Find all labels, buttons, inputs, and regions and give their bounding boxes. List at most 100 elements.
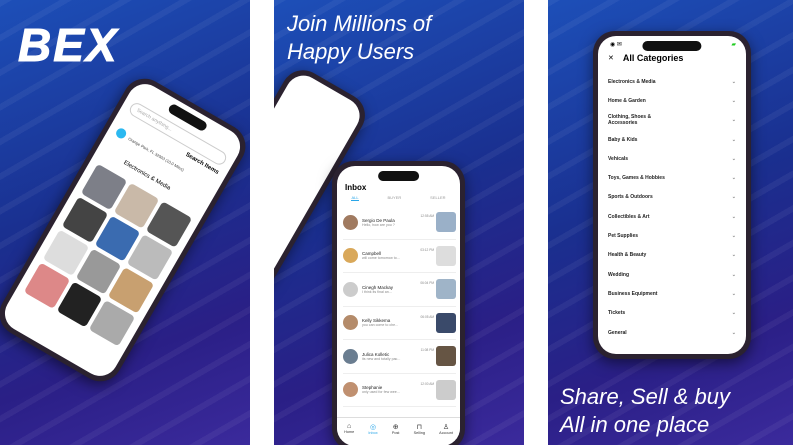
category-label: Pet Supplies [608,233,639,240]
avatar [343,348,358,364]
promo-panel-inbox: Join Millions of Happy Users Inbox ALL B… [274,0,524,445]
chevron-down-icon: ⌄ [731,310,736,317]
chevron-down-icon: ⌄ [731,271,736,278]
item-thumbnail [436,346,456,367]
chevron-down-icon: ⌄ [731,252,736,259]
category-label: Vehicals [608,155,629,162]
location-icon [114,126,128,141]
nav-selling[interactable]: ⊓ Selling [414,423,425,435]
category-item[interactable]: Toys, Games & Hobbies ⌄ [608,168,736,187]
message-preview: Hello, how are you ? [362,222,395,227]
category-item[interactable]: Home & Garden ⌄ [608,91,736,110]
message-row[interactable]: Cinegh Mackay I think its final an... 06… [343,273,456,307]
message-time: 12:55 AM [420,214,434,218]
message-preview: you can come to che... [362,323,399,328]
nav-inbox[interactable]: ◎ Inbox [368,423,377,435]
category-label: Tickets [608,310,626,317]
chevron-down-icon: ⌄ [731,175,736,182]
category-item[interactable]: Collectibles & Art ⌄ [608,207,736,226]
category-item[interactable]: Business Equipment ⌄ [608,284,736,303]
avatar [343,281,358,297]
chevron-down-icon: ⌄ [731,97,736,104]
chevron-down-icon: ⌄ [731,155,736,162]
selling-icon: ⊓ [416,423,423,431]
item-thumbnail [436,279,456,300]
message-time: 03:12 PM [420,247,434,252]
tab-seller[interactable]: SELLER [430,195,445,201]
nav-label: Post [391,430,400,435]
page-title: All Categories [622,53,684,63]
category-label: Clothing, Shoes & Accessories [608,114,652,127]
nav-account[interactable]: ♙ Account [439,423,453,435]
chevron-down-icon: ⌄ [731,329,736,336]
category-label: Electronics & Media [608,78,656,85]
message-row[interactable]: Kelly Sikkema you can come to che... 06:… [343,307,456,340]
phone-categories: ◉ ✉ ▰ ✕ All Categories Electronics & Med… [593,31,751,359]
category-label: Sports & Outdoors [608,194,653,201]
avatar [343,315,358,331]
chevron-down-icon: ⌄ [731,136,736,143]
category-item[interactable]: Health & Beauty ⌄ [608,246,736,265]
nav-label: Account [439,430,453,435]
tagline-line: Join Millions of [287,11,432,36]
message-preview: only used for few wee... [362,390,400,395]
item-thumbnail [436,312,456,333]
category-item[interactable]: Sports & Outdoors ⌄ [608,188,736,207]
category-label: Business Equipment [608,290,658,297]
category-label: Collectibles & Art [608,213,650,220]
item-thumbnail [436,379,456,400]
avatar [343,248,358,264]
promo-panel-browse: BEX Search anything... Search Items Oran… [0,0,250,445]
category-label: Health & Beauty [608,252,647,259]
message-time: 11:08 PM [420,348,434,352]
category-item[interactable]: Pet Supplies ⌄ [608,226,736,245]
message-row[interactable]: Campbell will come tomorrow to... 03:12 … [343,240,456,273]
category-label: Baby & Kids [608,136,638,143]
chevron-down-icon: ⌄ [731,233,736,240]
tagline-line: Share, Sell & buy [560,384,730,409]
nav-home[interactable]: ⌂ Home [344,423,354,434]
message-row[interactable]: Julica Kolletic its new and totally pac.… [343,340,456,374]
category-item[interactable]: Baby & Kids ⌄ [608,130,736,149]
chevron-down-icon: ⌄ [731,290,736,297]
category-item[interactable]: Electronics & Media ⌄ [608,72,736,91]
chevron-down-icon: ⌄ [731,78,736,85]
nav-label: Home [344,430,355,434]
tab-buyer[interactable]: BUYER [387,195,401,201]
tagline-line: All in one place [560,412,710,437]
category-item[interactable]: Wedding ⌄ [608,265,736,284]
home-icon: ⌂ [347,423,352,430]
category-item[interactable]: Clothing, Shoes & Accessories ⌄ [608,111,736,130]
message-time: 06:04 PM [420,281,434,285]
phone-inbox: Inbox ALL BUYER SELLER Sergio De Paula H… [332,161,465,445]
chevron-down-icon: ⌄ [731,213,736,220]
avatar [343,214,358,230]
tagline-line: Happy Users [287,39,415,64]
bex-logo: BEX [18,19,119,72]
status-icons: ◉ ✉ [610,42,622,48]
nav-post[interactable]: ⊕ Post [392,423,400,435]
message-row[interactable]: Stephanie only used for few wee... 12:00… [343,374,456,407]
category-label: Wedding [608,271,630,278]
item-thumbnail [436,212,456,233]
inbox-icon: ◎ [369,423,377,431]
category-item[interactable]: Tickets ⌄ [608,304,736,323]
category-item[interactable]: General ⌄ [608,323,736,342]
chevron-down-icon: ⌄ [731,117,736,124]
message-row[interactable]: Sergio De Paula Hello, how are you ? 12:… [343,206,456,240]
category-item[interactable]: Vehicals ⌄ [608,149,736,168]
message-preview: I think its final an... [362,289,392,294]
category-label: Toys, Games & Hobbies [608,175,665,182]
item-thumbnail [436,245,456,266]
account-icon: ♙ [442,423,450,431]
message-time: 12:00 AM [420,381,434,386]
category-label: Home & Garden [608,97,646,104]
category-label: General [608,329,627,336]
phone-browse: Search anything... Search Items Orange P… [0,70,250,390]
chevron-down-icon: ⌄ [731,194,736,201]
post-icon: ⊕ [392,423,399,431]
tab-all[interactable]: ALL [351,195,359,201]
close-icon[interactable]: ✕ [608,54,614,62]
nav-label: Inbox [368,430,378,435]
battery-icon: ▰ [731,42,736,48]
